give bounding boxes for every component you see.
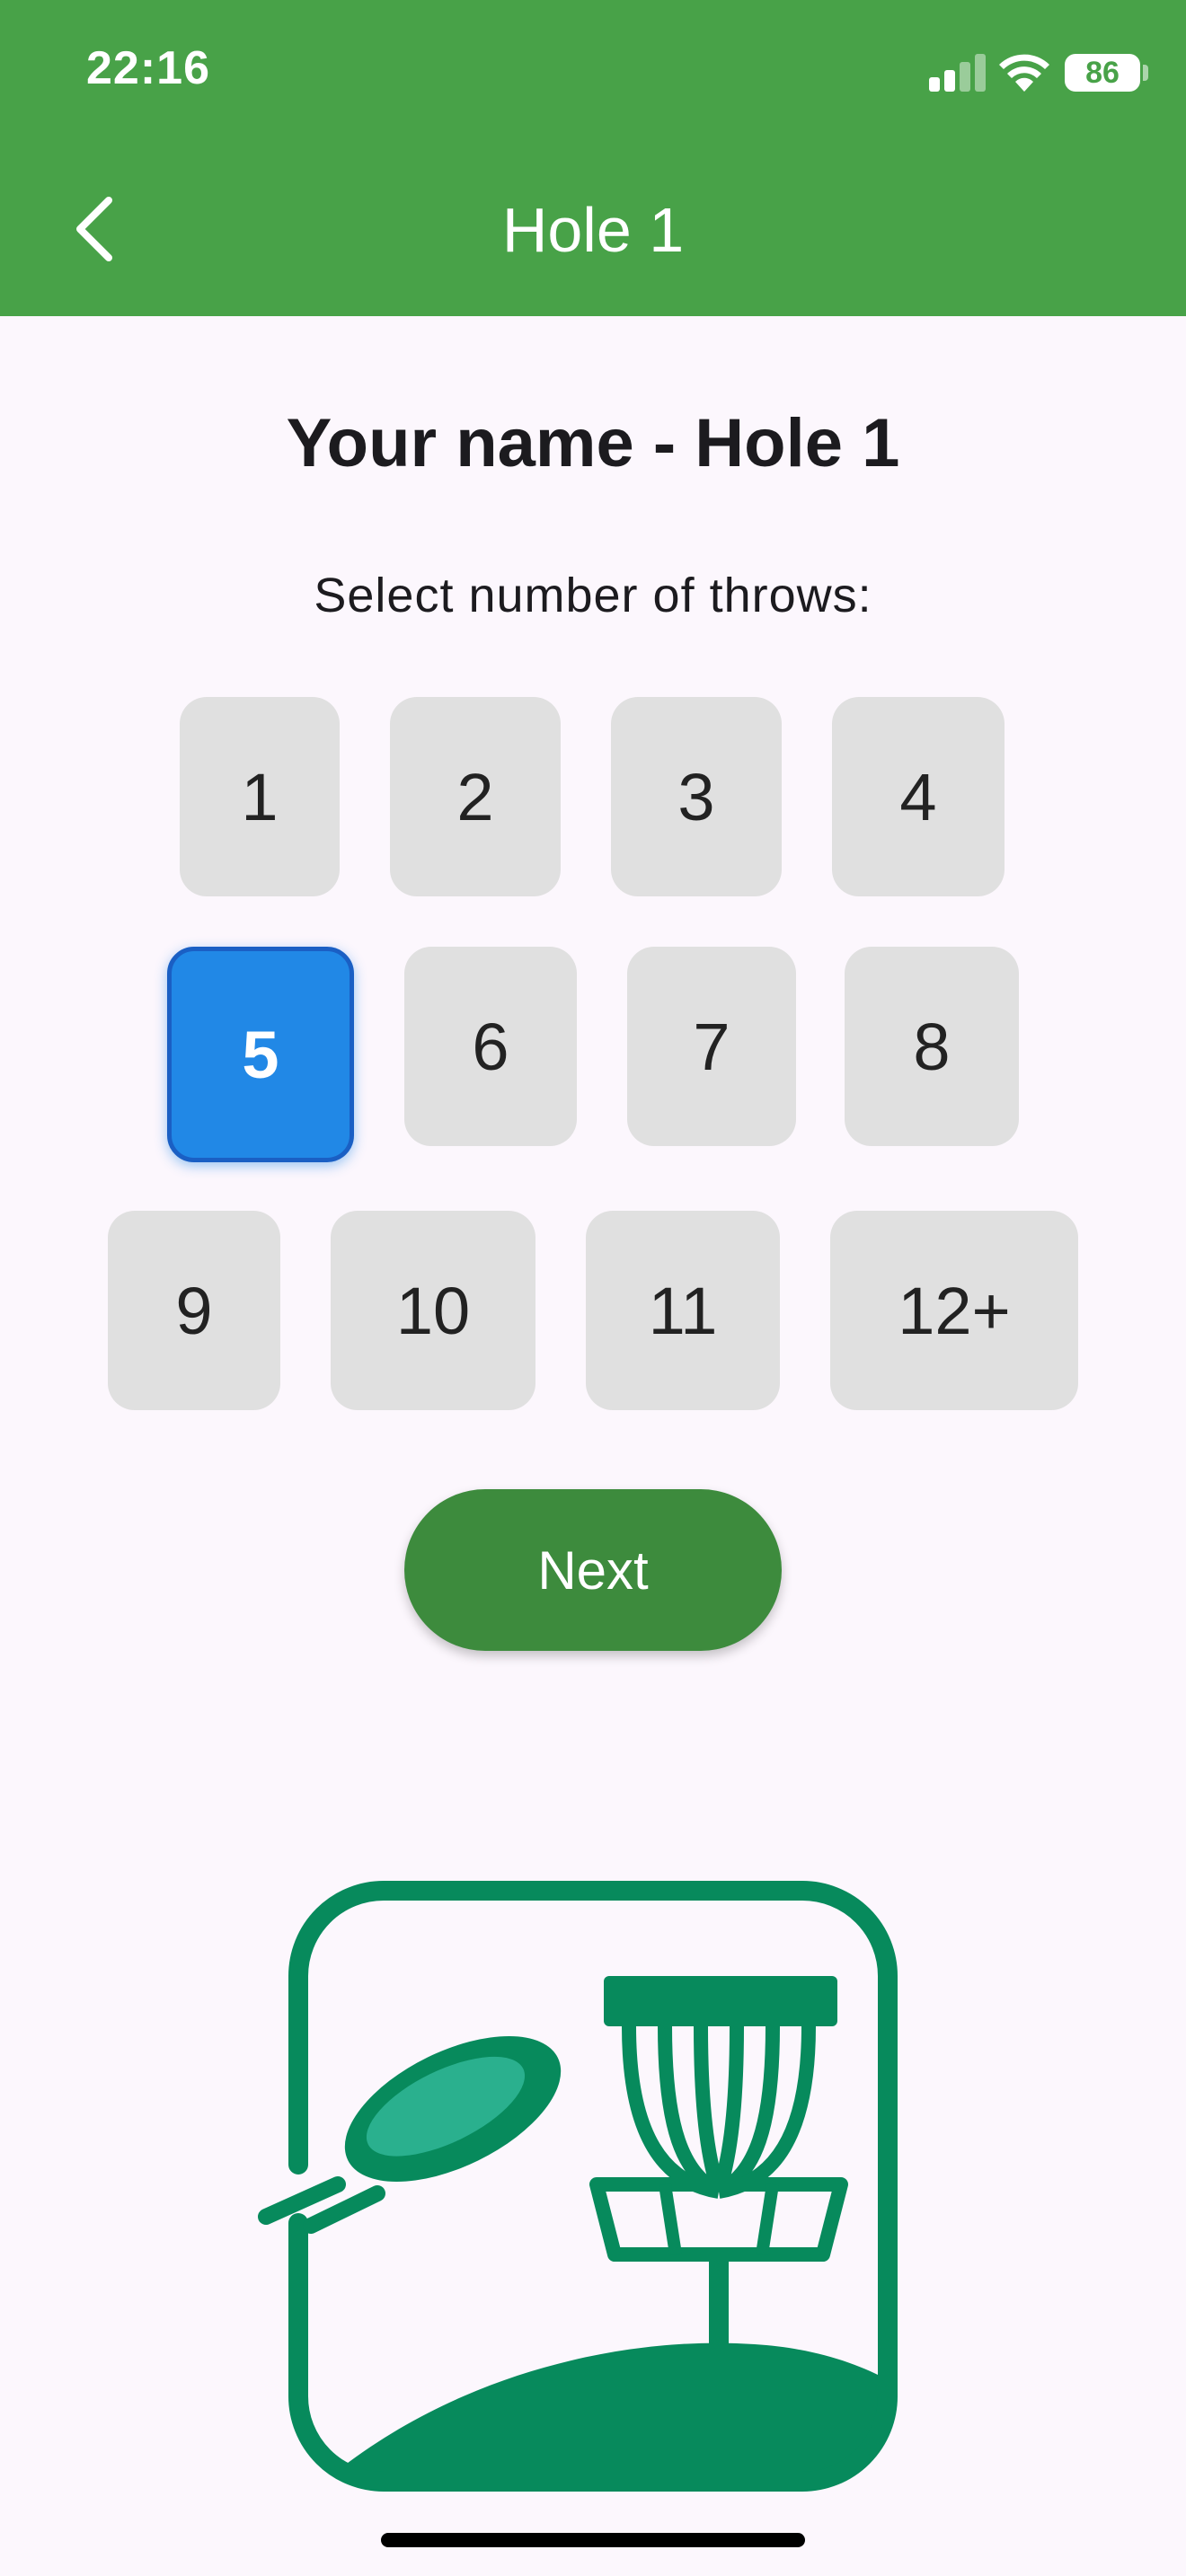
throw-option-3[interactable]: 3 <box>611 697 782 896</box>
signal-icon <box>929 54 986 92</box>
page-title: Your name - Hole 1 <box>286 405 900 481</box>
throw-option-8[interactable]: 8 <box>845 947 1019 1146</box>
throw-option-9[interactable]: 9 <box>108 1211 280 1410</box>
battery-cap <box>1143 65 1148 81</box>
status-time: 22:16 <box>86 42 210 94</box>
next-button[interactable]: Next <box>404 1489 782 1651</box>
throws-prompt: Select number of throws: <box>314 569 872 622</box>
throw-option-6[interactable]: 6 <box>404 947 577 1146</box>
home-indicator[interactable] <box>381 2533 805 2547</box>
throw-option-4[interactable]: 4 <box>832 697 1005 896</box>
throw-option-7[interactable]: 7 <box>627 947 796 1146</box>
wifi-icon <box>999 54 1049 92</box>
battery-indicator: 86 <box>1065 54 1140 92</box>
app-bar: 22:16 86 Hole 1 <box>0 0 1186 316</box>
throw-option-1[interactable]: 1 <box>180 697 340 896</box>
throw-option-12-plus[interactable]: 12+ <box>830 1211 1078 1410</box>
throw-option-2[interactable]: 2 <box>390 697 561 896</box>
disc-golf-basket-icon <box>258 1881 898 2492</box>
throw-option-11[interactable]: 11 <box>586 1211 780 1410</box>
app-bar-title: Hole 1 <box>501 195 685 265</box>
throw-option-5-selected[interactable]: 5 <box>167 947 354 1162</box>
throw-option-10[interactable]: 10 <box>331 1211 535 1410</box>
